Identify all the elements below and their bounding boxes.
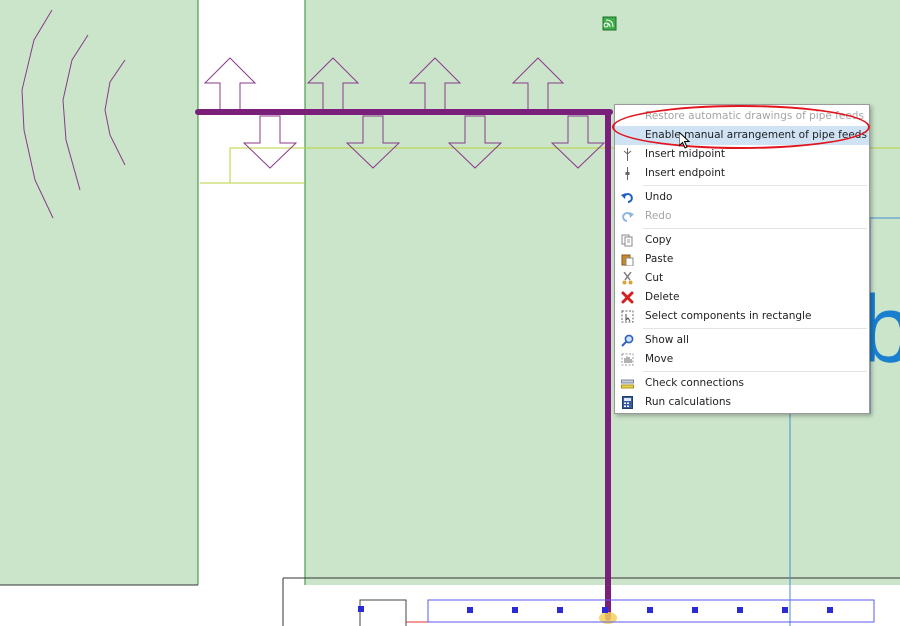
menu-item-show-all[interactable]: Show all (615, 331, 869, 350)
menu-item-run-calculations[interactable]: Run calculations (615, 393, 869, 412)
connector-square[interactable] (782, 607, 788, 613)
menu-item-cut[interactable]: Cut (615, 269, 869, 288)
connector-square[interactable] (557, 607, 563, 613)
menu-item-paste[interactable]: Paste (615, 250, 869, 269)
menu-item-label: Select components in rectangle (645, 310, 812, 322)
menu-item-undo[interactable]: Undo (615, 188, 869, 207)
connector-square[interactable] (647, 607, 653, 613)
context-menu: Restore automatic drawings of pipe feeds… (614, 104, 870, 414)
menu-item-label: Run calculations (645, 396, 731, 408)
move-hand-icon (621, 353, 634, 366)
menu-item-select-components-in-rectangle[interactable]: Select components in rectangle (615, 307, 869, 326)
copy-icon (621, 234, 634, 247)
menu-item-label: Delete (645, 291, 680, 303)
connector-square[interactable] (602, 607, 608, 613)
connector-square[interactable] (358, 606, 364, 612)
menu-item-redo[interactable]: Redo (615, 207, 869, 226)
menu-item-delete[interactable]: Delete (615, 288, 869, 307)
scissors-icon (621, 272, 634, 285)
paste-icon (621, 253, 634, 266)
menu-separator (643, 228, 867, 229)
menu-item-label: Move (645, 353, 674, 365)
mouse-cursor-icon (678, 130, 691, 150)
menu-separator (643, 185, 867, 186)
connector-square[interactable] (467, 607, 473, 613)
connector-square[interactable] (737, 607, 743, 613)
connector-square[interactable] (512, 607, 518, 613)
menu-item-copy[interactable]: Copy (615, 231, 869, 250)
menu-item-label: Undo (645, 191, 673, 203)
undo-icon (621, 191, 634, 204)
menu-item-move[interactable]: Move (615, 350, 869, 369)
insert-midpoint-icon (621, 148, 634, 161)
calculator-icon (621, 396, 634, 409)
menu-item-label: Show all (645, 334, 689, 346)
menu-item-label: Paste (645, 253, 674, 265)
menu-item-label: Redo (645, 210, 672, 222)
magnifier-icon (621, 334, 634, 347)
menu-item-check-connections[interactable]: Check connections (615, 374, 869, 393)
menu-item-label: Copy (645, 234, 672, 246)
select-rectangle-icon (621, 310, 634, 323)
connector-squares (358, 606, 833, 613)
redo-icon (621, 210, 634, 223)
connector-square[interactable] (827, 607, 833, 613)
menu-separator (643, 371, 867, 372)
connector-square[interactable] (692, 607, 698, 613)
floor-area-left (0, 0, 198, 585)
red-annotation-oval (612, 105, 870, 149)
bottom-component-strip (359, 599, 875, 626)
insert-endpoint-icon (621, 167, 634, 180)
menu-item-label: Cut (645, 272, 664, 284)
menu-item-insert-endpoint[interactable]: Insert endpoint (615, 164, 869, 183)
delete-x-icon (621, 291, 634, 304)
menu-item-label: Check connections (645, 377, 744, 389)
menu-item-label: Insert endpoint (645, 167, 726, 179)
menu-separator (643, 328, 867, 329)
check-connections-icon (621, 377, 634, 390)
feed-icon[interactable] (602, 16, 617, 31)
